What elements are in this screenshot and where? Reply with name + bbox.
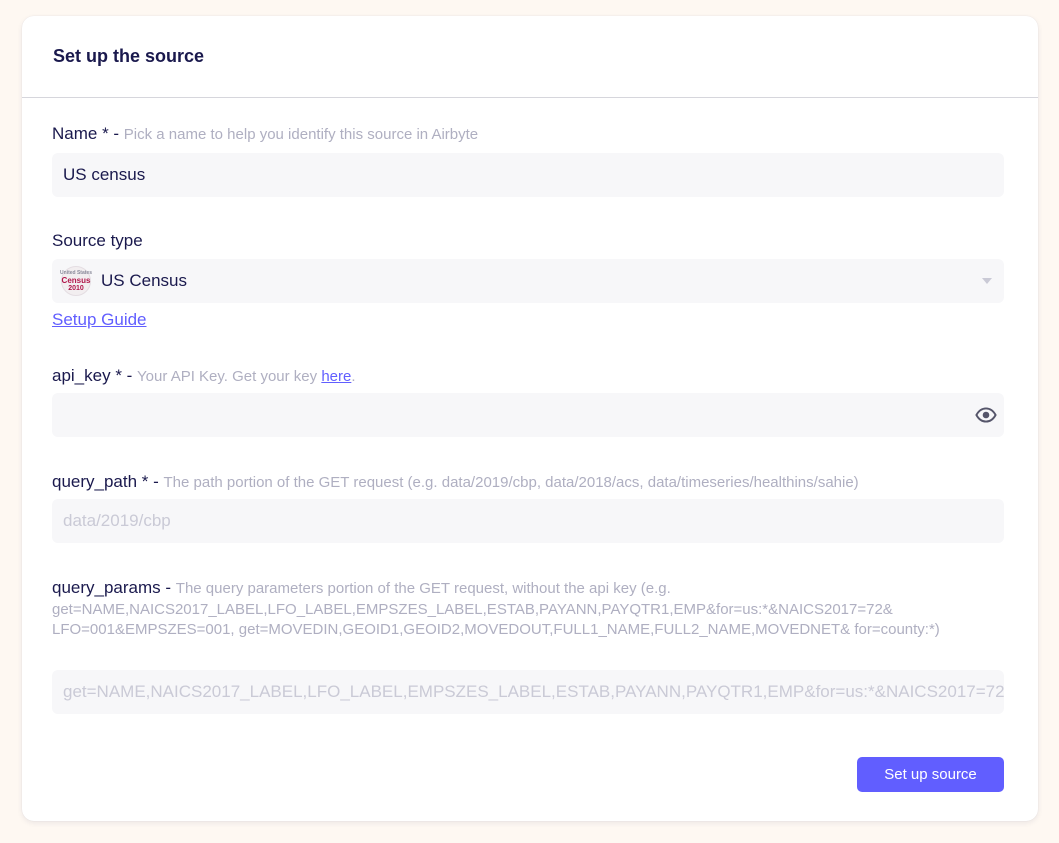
query-path-field-label: query_path * - The path portion of the G… <box>52 472 859 492</box>
card-header: Set up the source <box>22 16 1038 98</box>
query-params-description: The query parameters portion of the GET … <box>52 580 940 638</box>
name-field-label: Name * - Pick a name to help you identif… <box>52 124 478 144</box>
source-type-label: Source type <box>52 231 143 250</box>
setup-source-button[interactable]: Set up source <box>857 757 1004 792</box>
api-key-description-suffix: . <box>351 368 356 385</box>
setup-guide-link[interactable]: Setup Guide <box>52 310 147 330</box>
api-key-label: api_key * - <box>52 366 138 385</box>
caret-down-icon[interactable] <box>982 278 992 284</box>
census-logo-icon: United States Census 2010 <box>60 266 92 296</box>
api-key-input[interactable] <box>52 393 1004 437</box>
query-params-label: query_params - <box>52 578 176 597</box>
census-logo-line-2: Census <box>61 276 91 285</box>
source-type-select[interactable]: United States Census 2010 US Census <box>52 259 1004 303</box>
api-key-here-link[interactable]: here <box>321 368 351 385</box>
census-logo-line-3: 2010 <box>68 285 84 292</box>
api-key-field-label: api_key * - Your API Key. Get your key h… <box>52 366 356 386</box>
card-title: Set up the source <box>53 46 205 66</box>
query-params-field-label: query_params - The query parameters port… <box>52 578 1004 640</box>
api-key-description: Your API Key. Get your key here. <box>137 368 355 385</box>
query-path-label: query_path * - <box>52 472 164 491</box>
source-type-selected-value: US Census <box>101 271 187 290</box>
query-path-description: The path portion of the GET request (e.g… <box>163 474 859 491</box>
name-input[interactable]: US census <box>52 153 1004 197</box>
name-label: Name * - <box>52 124 124 143</box>
name-description: Pick a name to help you identify this so… <box>123 126 479 143</box>
query-params-input[interactable]: get=NAME,NAICS2017_LABEL,LFO_LABEL,EMPSZ… <box>52 670 1004 714</box>
api-key-description-text: Your API Key. Get your key <box>137 368 322 385</box>
eye-icon[interactable] <box>975 404 997 426</box>
source-setup-card: Set up the source Name * - Pick a name t… <box>22 16 1038 821</box>
query-path-input[interactable]: data/2019/cbp <box>52 499 1004 543</box>
